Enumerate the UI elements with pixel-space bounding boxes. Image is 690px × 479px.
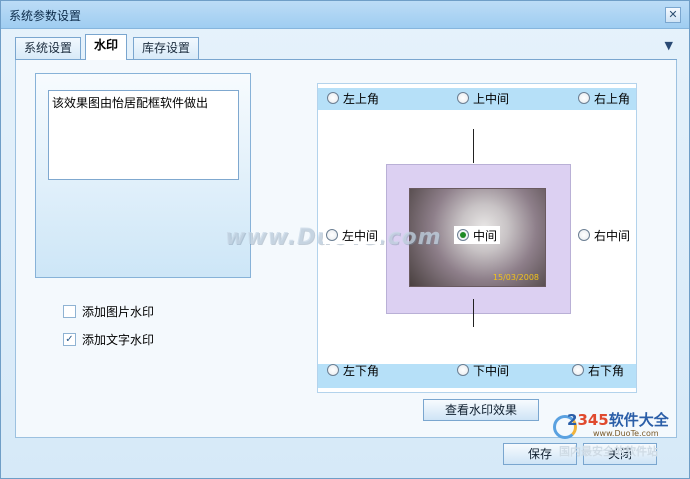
radio-bottom-left-label: 左下角 [343, 363, 380, 378]
view-watermark-effect-button[interactable]: 查看水印效果 [423, 399, 539, 421]
watermark-text-input[interactable] [48, 90, 239, 180]
tab-strip: 系统设置 水印 库存设置 ▼ [15, 34, 677, 60]
radio-top-right-circle[interactable] [578, 92, 590, 104]
text-watermark-label: 添加文字水印 [82, 332, 155, 347]
radio-bottom-right-circle[interactable] [572, 364, 584, 376]
radio-bottom-center-label: 下中间 [473, 363, 510, 378]
settings-dialog: 系统参数设置 ✕ 系统设置 水印 库存设置 ▼ 添加图片水印 ✓ 添加文字水印 … [0, 0, 690, 479]
radio-top-left-circle[interactable] [327, 92, 339, 104]
image-watermark-label: 添加图片水印 [82, 304, 155, 319]
text-watermark-option[interactable]: ✓ 添加文字水印 [63, 331, 154, 347]
tab-watermark[interactable]: 水印 [85, 34, 128, 60]
radio-top-right[interactable]: 右上角 [575, 89, 633, 107]
title-bar[interactable]: 系统参数设置 ✕ [1, 1, 689, 29]
radio-top-left-label: 左上角 [343, 91, 380, 106]
guide-line-bottom [473, 299, 474, 327]
photo-date: 15/03/2008 [492, 273, 539, 282]
tab-inventory-settings[interactable]: 库存设置 [133, 37, 200, 59]
brand-slogan: 国内最安全的软件站 [559, 445, 658, 458]
radio-top-center-circle[interactable] [457, 92, 469, 104]
radio-middle-right-label: 右中间 [594, 228, 631, 243]
radio-top-right-label: 右上角 [594, 91, 631, 106]
image-watermark-option[interactable]: 添加图片水印 [63, 303, 154, 319]
image-watermark-checkbox[interactable] [63, 304, 76, 318]
text-watermark-checkbox[interactable]: ✓ [63, 332, 76, 346]
radio-middle-left-circle[interactable] [326, 229, 338, 241]
radio-center-circle[interactable] [457, 229, 469, 241]
radio-center[interactable]: 中间 [454, 226, 501, 244]
radio-bottom-center[interactable]: 下中间 [454, 361, 512, 379]
radio-center-label: 中间 [473, 228, 498, 243]
radio-middle-right-circle[interactable] [578, 229, 590, 241]
radio-bottom-center-circle[interactable] [457, 364, 469, 376]
radio-top-center[interactable]: 上中间 [454, 89, 512, 107]
chevron-down-icon[interactable]: ▼ [665, 39, 673, 52]
radio-bottom-right[interactable]: 右下角 [569, 361, 627, 379]
radio-middle-left-label: 左中间 [342, 228, 379, 243]
close-icon[interactable]: ✕ [665, 7, 681, 23]
radio-top-left[interactable]: 左上角 [324, 89, 382, 107]
tab-system-settings[interactable]: 系统设置 [15, 37, 82, 59]
brand-url: www.DuoTe.com [593, 429, 659, 438]
radio-bottom-right-label: 右下角 [588, 363, 625, 378]
radio-bottom-left[interactable]: 左下角 [324, 361, 382, 379]
radio-bottom-left-circle[interactable] [327, 364, 339, 376]
window-title: 系统参数设置 [9, 9, 82, 23]
brand-logo-text: 2345软件大全 [567, 411, 669, 429]
guide-line-top [473, 129, 474, 163]
site-branding: 2345软件大全 www.DuoTe.com 国内最安全的软件站 [553, 405, 689, 459]
radio-middle-right[interactable]: 右中间 [575, 226, 634, 244]
radio-top-center-label: 上中间 [473, 91, 510, 106]
radio-middle-left[interactable]: 左中间 [323, 226, 382, 244]
